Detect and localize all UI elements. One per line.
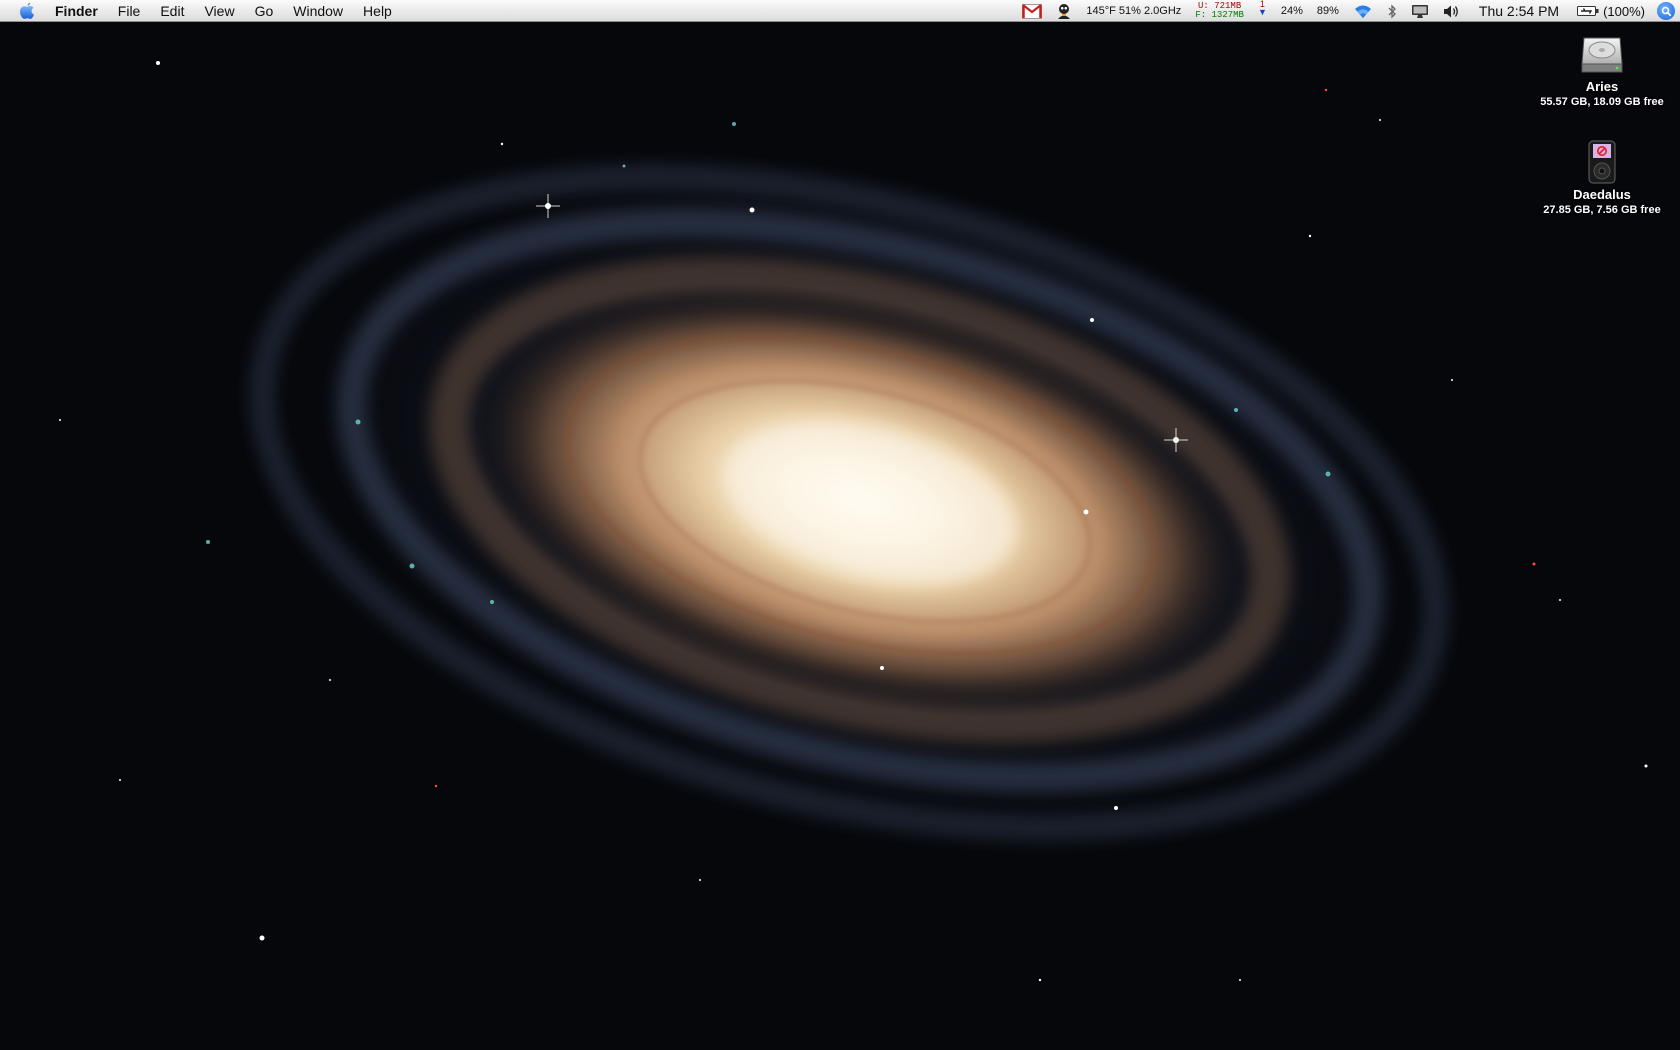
volume-icon[interactable] <box>1436 0 1468 22</box>
memory-percent[interactable]: 89% <box>1310 0 1346 22</box>
memory-monitor[interactable]: U: 721MB F: 1327MB <box>1188 0 1251 22</box>
hard-drive-icon <box>1581 37 1623 73</box>
menu-app-finder[interactable]: Finder <box>55 0 108 22</box>
desktop-icon-aries[interactable]: Aries 55.57 GB, 18.09 GB free <box>1532 32 1672 108</box>
battery-icon <box>1577 6 1599 16</box>
menu-file[interactable]: File <box>108 0 151 22</box>
desktop-icon-daedalus-info: 27.85 GB, 7.56 GB free <box>1543 204 1661 216</box>
menu-edit[interactable]: Edit <box>150 0 194 22</box>
cpu-percent[interactable]: 24% <box>1274 0 1310 22</box>
clock[interactable]: Thu 2:54 PM <box>1468 0 1570 22</box>
net-free-label: F: <box>1195 10 1207 20</box>
adium-status-icon[interactable] <box>1049 0 1079 22</box>
bluetooth-icon[interactable] <box>1380 0 1404 22</box>
down-arrow-icon: ▼ <box>1257 7 1267 17</box>
spotlight-button[interactable] <box>1652 0 1680 22</box>
network-activity-arrows[interactable]: 1 ▼ <box>1251 0 1274 22</box>
desktop-icon-daedalus-name: Daedalus <box>1573 187 1631 202</box>
apple-menu-icon[interactable] <box>17 0 37 22</box>
desktop-icon-aries-name: Aries <box>1585 79 1619 94</box>
battery-percent: (100%) <box>1603 3 1645 19</box>
wifi-icon[interactable] <box>1346 0 1380 22</box>
desktop-icon-aries-info: 55.57 GB, 18.09 GB free <box>1540 96 1664 108</box>
menu-help[interactable]: Help <box>353 0 402 22</box>
menu-window[interactable]: Window <box>283 0 353 22</box>
menu-go[interactable]: Go <box>245 0 284 22</box>
menu-view[interactable]: View <box>194 0 244 22</box>
ipod-icon <box>1588 140 1616 184</box>
net-free-value: 1327MB <box>1211 10 1244 20</box>
display-mirroring-icon[interactable] <box>1404 0 1436 22</box>
desktop-wallpaper <box>0 0 1680 1050</box>
battery-status[interactable]: (100%) <box>1570 0 1652 22</box>
desktop-icon-daedalus[interactable]: Daedalus 27.85 GB, 7.56 GB free <box>1532 140 1672 216</box>
temperature-cpu-readout[interactable]: 145°F 51% 2.0GHz <box>1079 0 1188 22</box>
spotlight-icon <box>1657 2 1675 20</box>
gmail-notifier-icon[interactable] <box>1015 0 1049 22</box>
menu-bar: Finder File Edit View Go Window Help 145… <box>0 0 1680 22</box>
galaxy-image <box>59 61 1648 982</box>
